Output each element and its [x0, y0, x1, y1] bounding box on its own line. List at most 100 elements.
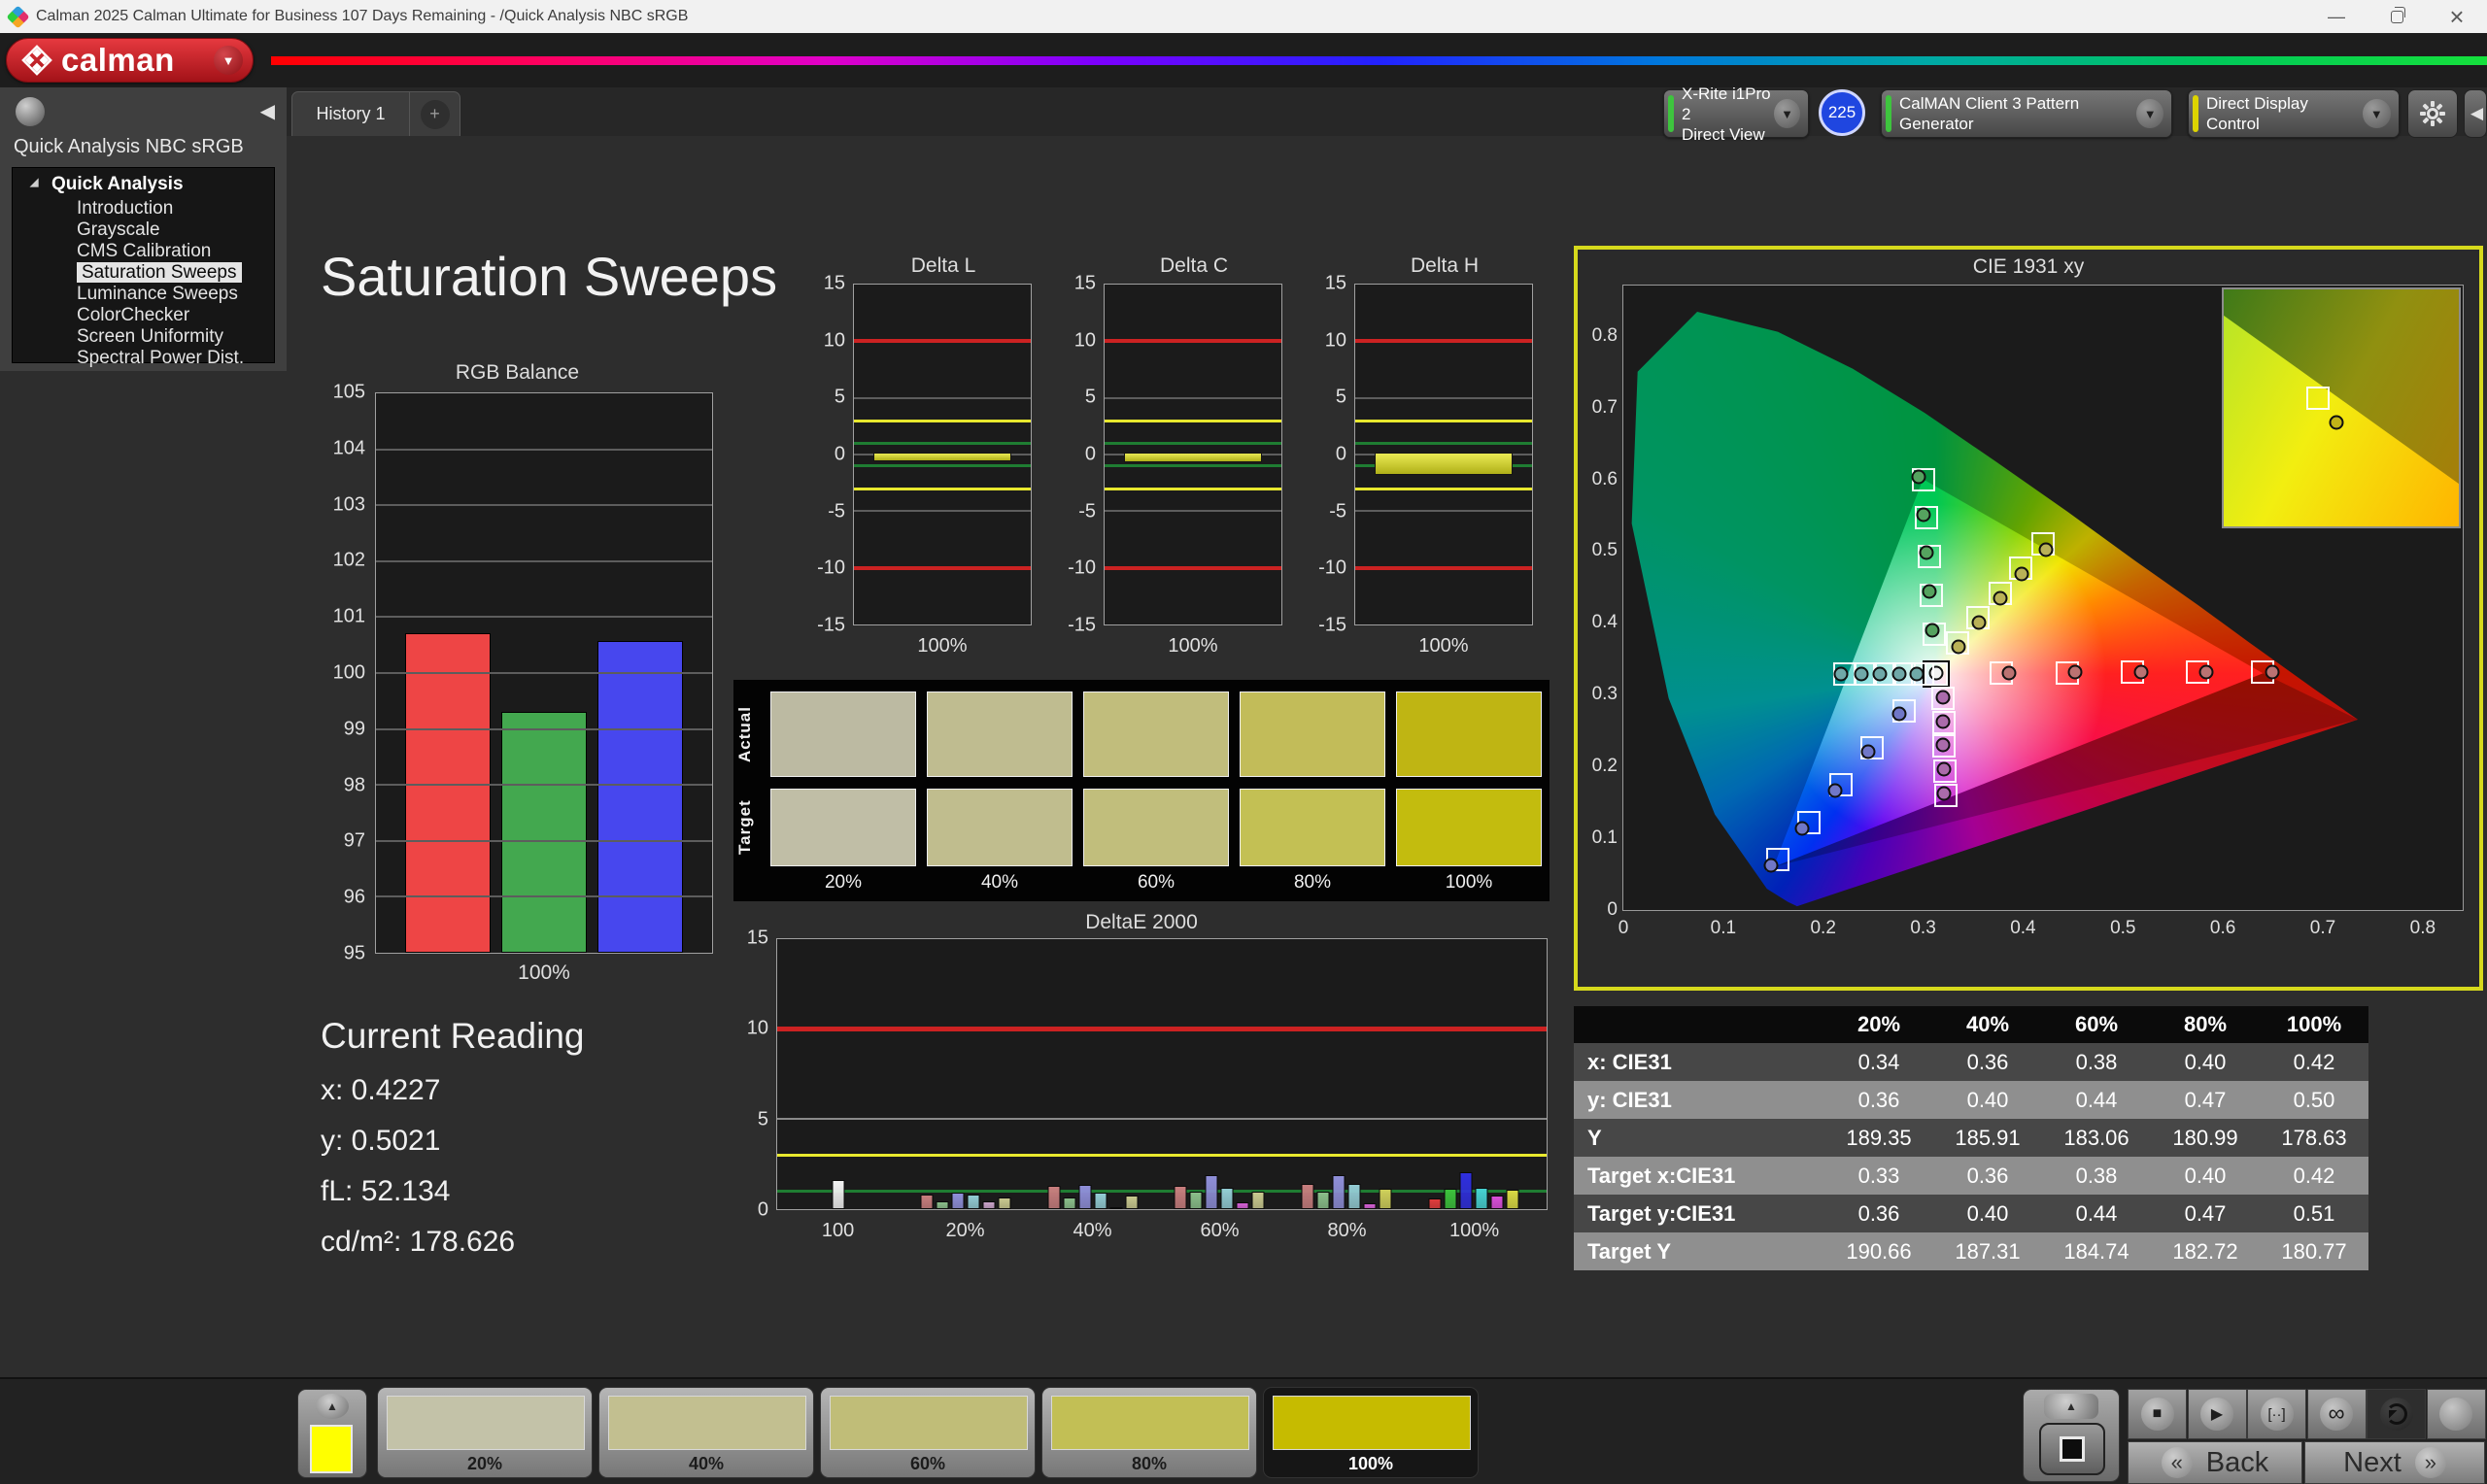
- table-cell: 185.91: [1955, 1125, 2021, 1150]
- deltae-bar: [1125, 1196, 1139, 1209]
- tree-root-quick-analysis[interactable]: Quick Analysis: [13, 174, 274, 198]
- settings-button[interactable]: [2407, 89, 2458, 138]
- limit-line: [854, 510, 1031, 513]
- table-cell: 182.72: [2172, 1238, 2238, 1264]
- play-icon: ▶: [2200, 1398, 2233, 1431]
- cie-measured-yellow: [1971, 615, 1987, 630]
- cie-measured-cyan: [1909, 666, 1925, 682]
- tab-history-1[interactable]: History 1: [291, 91, 410, 136]
- deltae-bar: [1444, 1189, 1457, 1209]
- deltae-group-40: [1047, 1184, 1139, 1209]
- step-button[interactable]: [··]: [2247, 1389, 2306, 1439]
- back-button[interactable]: « Back: [2128, 1441, 2302, 1484]
- deltae2000-chart: DeltaE 2000 15 10 5 0 100 20% 40% 60% 80% 100%: [733, 911, 1550, 1294]
- maximize-button[interactable]: [2367, 0, 2427, 33]
- limit-line: [376, 895, 712, 898]
- pattern-generator-dropdown[interactable]: CalMAN Client 3 Pattern Generator ▼: [1881, 89, 2172, 138]
- sidebar-item-screen-uniformity[interactable]: Screen Uniformity: [13, 326, 274, 348]
- step-icon: [··]: [2260, 1398, 2294, 1431]
- limit-line: [376, 504, 712, 507]
- loop-button[interactable]: ∞: [2306, 1389, 2367, 1439]
- table-cell: 0.36: [1857, 1087, 1900, 1112]
- table-row-label: Target Y: [1587, 1238, 1671, 1264]
- pattern-generator-status-stripe: [1886, 95, 1891, 132]
- swatch-col-label: 20%: [824, 872, 863, 893]
- cie-ytick: 0.2: [1591, 756, 1618, 777]
- pattern-button-20[interactable]: 20%: [377, 1387, 593, 1478]
- sidebar-item-luminance-sweeps[interactable]: Luminance Sweeps: [13, 284, 274, 305]
- plus-icon: +: [420, 99, 450, 129]
- add-tab-button[interactable]: +: [410, 91, 460, 136]
- table-cell: 0.33: [1857, 1163, 1900, 1188]
- deltae-bar: [1251, 1192, 1265, 1209]
- swatch-target-100%: [1396, 789, 1542, 866]
- delta-plot: [853, 284, 1032, 625]
- deltae-x-label: 100: [821, 1220, 855, 1241]
- swatch-row-label-actual: Actual: [735, 706, 754, 762]
- table-cell: 187.31: [1955, 1238, 2021, 1264]
- rgb-ytick: 105: [332, 381, 365, 403]
- stop-button[interactable]: ■: [2128, 1389, 2187, 1439]
- table-cell: 0.38: [2075, 1163, 2118, 1188]
- sidebar-item-cms-calibration[interactable]: CMS Calibration: [13, 241, 274, 262]
- app-header: calman ▼: [0, 33, 2487, 87]
- sidebar-item-grayscale[interactable]: Grayscale: [13, 219, 274, 241]
- next-button[interactable]: Next »: [2304, 1441, 2485, 1484]
- sidebar-item-introduction[interactable]: Introduction: [13, 198, 274, 219]
- collapse-sidebar-button[interactable]: ◀: [260, 99, 275, 123]
- deltae-group-100: [1428, 1171, 1519, 1209]
- rgb-bar-red: [405, 632, 491, 953]
- cie-measured-green: [1911, 469, 1926, 485]
- cie-ytick: 0.3: [1591, 684, 1618, 705]
- pattern-button-40[interactable]: 40%: [598, 1387, 814, 1478]
- chevron-down-icon: ▼: [1774, 99, 1800, 128]
- calman-menu-button[interactable]: calman ▼: [6, 38, 254, 83]
- sync-button[interactable]: [2367, 1389, 2426, 1439]
- swatch-target-40%: [927, 789, 1073, 866]
- pattern-window-button[interactable]: [2426, 1389, 2486, 1439]
- cie-1931-panel[interactable]: CIE 1931 xy 0 0.1 0.2 0.3 0.4 0.5 0.6 0.7 0.8 0.…: [1574, 246, 2483, 991]
- swatch-actual-80%: [1240, 691, 1385, 777]
- pattern-window-toggle[interactable]: [2039, 1423, 2105, 1475]
- limit-line: [376, 559, 712, 562]
- cie-xtick: 0.1: [1710, 918, 1737, 938]
- rgb-bar-blue: [597, 640, 683, 953]
- calman-diamond-icon: [21, 45, 52, 76]
- sidebar-item-colorchecker[interactable]: ColorChecker: [13, 305, 274, 326]
- cie-ytick: 0.6: [1591, 468, 1618, 489]
- pattern-button-80[interactable]: 80%: [1041, 1387, 1257, 1478]
- rgb-bar-green: [501, 712, 587, 953]
- close-button[interactable]: ×: [2427, 0, 2487, 33]
- pattern-button-60[interactable]: 60%: [820, 1387, 1036, 1478]
- limit-line: [376, 839, 712, 842]
- table-cell: 0.40: [2184, 1049, 2227, 1074]
- workflow-sphere-icon[interactable]: [16, 97, 45, 126]
- display-control-dropdown[interactable]: Direct Display Control ▼: [2188, 89, 2400, 138]
- meter-reading-badge[interactable]: 225: [1819, 89, 1865, 136]
- swatch-col-label: 80%: [1293, 872, 1332, 893]
- pattern-button-100[interactable]: 100%: [1263, 1387, 1479, 1478]
- collapse-toolbar-button[interactable]: ◀: [2464, 89, 2487, 138]
- display-control-name: Direct Display Control: [2206, 94, 2308, 133]
- sidebar-item-saturation-sweeps[interactable]: Saturation Sweeps: [13, 262, 274, 284]
- collapse-up-icon[interactable]: ▲: [316, 1394, 349, 1419]
- table-cell: 0.44: [2075, 1087, 2118, 1112]
- limit-line: [376, 672, 712, 674]
- next-chevron-icon: »: [2414, 1447, 2446, 1478]
- sidebar-item-spectral-power-dist-[interactable]: Spectral Power Dist.: [13, 348, 274, 369]
- sync-icon: [2379, 1398, 2413, 1431]
- delta-ytick: 10: [1324, 329, 1346, 352]
- table-row: Y 189.35 185.91 183.06 180.99 178.63: [1574, 1119, 2368, 1157]
- delta-ytick: -10: [1318, 556, 1346, 579]
- cie-zoom-inset: [2222, 287, 2461, 528]
- meter-dropdown[interactable]: X-Rite i1Pro 2 Direct View ▼: [1663, 84, 1809, 144]
- collapse-up-icon[interactable]: ▲: [2044, 1394, 2098, 1419]
- deltae-bar: [1220, 1187, 1234, 1209]
- deltae-group-20: [920, 1193, 1011, 1209]
- cie-measured-magenta: [1935, 737, 1951, 753]
- minimize-button[interactable]: —: [2306, 0, 2367, 33]
- limit-line: [1355, 510, 1532, 513]
- play-button[interactable]: ▶: [2187, 1389, 2247, 1439]
- deltae-x-label: 40%: [1073, 1220, 1112, 1241]
- delta-ytick: 10: [1073, 329, 1096, 352]
